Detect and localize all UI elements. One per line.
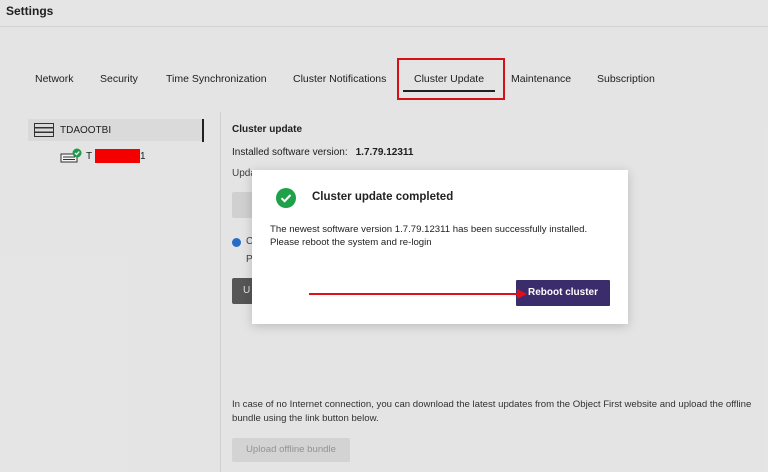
arrow-head <box>517 289 527 299</box>
annotation-arrow <box>309 289 527 299</box>
settings-app: Settings Network Security Time Synchroni… <box>0 0 768 472</box>
